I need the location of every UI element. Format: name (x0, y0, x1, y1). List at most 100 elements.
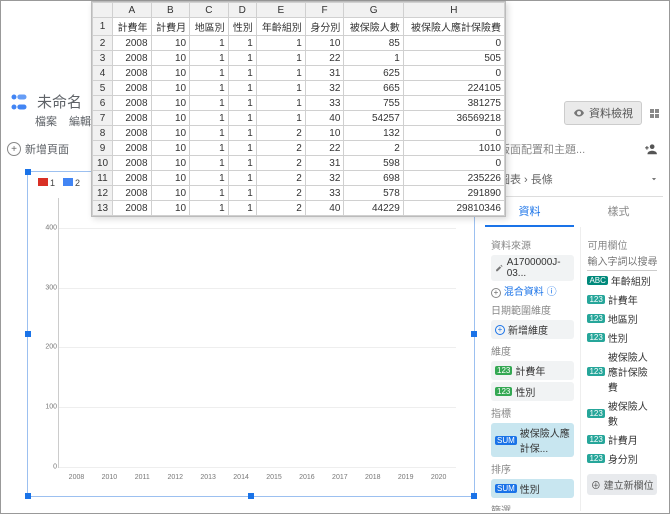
corner-cell (93, 3, 113, 18)
row-number: 3 (93, 51, 113, 66)
data-cell: 224105 (403, 81, 504, 96)
resize-handle[interactable] (248, 493, 254, 499)
data-studio-logo (9, 92, 29, 112)
x-axis-label: 2010 (96, 474, 123, 481)
header-cell: 地區別 (190, 18, 229, 36)
sort-chip[interactable]: SUM性別 (491, 479, 574, 498)
data-cell: 2 (256, 171, 305, 186)
chart-container[interactable]: 1 2 0100200300400 2008201020112012201320… (27, 171, 475, 497)
x-axis-label: 2015 (261, 474, 288, 481)
apps-icon[interactable] (650, 109, 659, 118)
row-number: 8 (93, 126, 113, 141)
data-cell: 1 (256, 111, 305, 126)
data-source-chip[interactable]: A1700000J-03... (491, 255, 574, 281)
chevron-down-icon[interactable] (649, 174, 659, 184)
available-field[interactable]: 123被保險人數 (587, 396, 657, 430)
data-cell: 2008 (113, 186, 152, 201)
section-label: 指標 (491, 405, 574, 420)
available-field[interactable]: 123計費年 (587, 290, 657, 309)
header-cell: 被保險人應計保險費 (403, 18, 504, 36)
row-number: 12 (93, 186, 113, 201)
y-axis-tick: 200 (45, 344, 57, 351)
data-cell: 2008 (113, 171, 152, 186)
data-cell: 10 (151, 66, 190, 81)
row-number: 5 (93, 81, 113, 96)
data-cell: 578 (344, 186, 403, 201)
add-page-button[interactable]: + 新增頁面 (7, 141, 69, 157)
data-cell: 598 (344, 156, 403, 171)
x-axis-label: 2014 (228, 474, 255, 481)
dimension-chip[interactable]: 123計費年 (491, 361, 574, 380)
data-cell: 10 (151, 96, 190, 111)
data-cell: 1 (190, 126, 229, 141)
menu-edit[interactable]: 編輯 (69, 113, 91, 129)
dimension-chip[interactable]: 123性別 (491, 382, 574, 401)
header-cell: 被保險人數 (344, 18, 403, 36)
data-cell: 1 (190, 66, 229, 81)
chart-plot: 0100200300400 20082010201120122013201420… (58, 198, 456, 468)
data-cell: 625 (344, 66, 403, 81)
data-cell: 1 (190, 81, 229, 96)
data-cell: 1 (344, 51, 403, 66)
placement-label[interactable]: 版面配置和主題... (499, 141, 637, 157)
data-cell: 381275 (403, 96, 504, 111)
y-axis-tick: 100 (45, 404, 57, 411)
data-cell: 2008 (113, 51, 152, 66)
resize-handle[interactable] (25, 169, 31, 175)
data-view-button[interactable]: 資料檢視 (564, 101, 642, 125)
data-cell: 22 (305, 141, 344, 156)
available-field[interactable]: 123地區別 (587, 309, 657, 328)
data-cell: 1 (228, 186, 256, 201)
row-number: 6 (93, 96, 113, 111)
data-cell: 1 (228, 51, 256, 66)
create-field-button[interactable]: ⊕ 建立新欄位 (587, 474, 657, 495)
data-cell: 1 (190, 141, 229, 156)
data-cell: 10 (305, 36, 344, 51)
menu-file[interactable]: 檔案 (35, 113, 57, 129)
available-field[interactable]: 123計費月 (587, 430, 657, 449)
data-cell: 0 (403, 126, 504, 141)
data-cell: 1 (190, 201, 229, 216)
data-cell: 2008 (113, 111, 152, 126)
resize-handle[interactable] (471, 331, 477, 337)
data-cell: 291890 (403, 186, 504, 201)
data-cell: 10 (151, 201, 190, 216)
tab-style[interactable]: 樣式 (574, 197, 663, 227)
add-dimension-button[interactable]: + 新增維度 (491, 320, 574, 339)
data-cell: 2 (344, 141, 403, 156)
data-cell: 505 (403, 51, 504, 66)
header-cell: 計費月 (151, 18, 190, 36)
col-header: F (305, 3, 344, 18)
section-label: 資料來源 (491, 237, 574, 252)
data-cell: 31 (305, 156, 344, 171)
resize-handle[interactable] (25, 331, 31, 337)
available-field[interactable]: 123身分別 (587, 449, 657, 468)
metric-chip[interactable]: SUM被保險人應計保... (491, 423, 574, 457)
available-field[interactable]: ABC年齡組別 (587, 271, 657, 290)
field-search-input[interactable] (587, 255, 657, 271)
data-cell: 1 (228, 141, 256, 156)
data-cell: 1 (228, 171, 256, 186)
data-cell: 1 (256, 81, 305, 96)
data-cell: 10 (151, 186, 190, 201)
resize-handle[interactable] (471, 493, 477, 499)
data-cell: 2008 (113, 66, 152, 81)
data-cell: 132 (344, 126, 403, 141)
row-number: 9 (93, 141, 113, 156)
blend-data-link[interactable]: + 混合資料 ⓘ (491, 283, 574, 298)
data-cell: 2 (256, 141, 305, 156)
resize-handle[interactable] (25, 493, 31, 499)
row-number: 2 (93, 36, 113, 51)
available-field[interactable]: 123性別 (587, 328, 657, 347)
available-field[interactable]: 123被保險人應計保險費 (587, 347, 657, 396)
y-axis-tick: 0 (53, 464, 57, 471)
breadcrumb[interactable]: 圖表 › 長條 (499, 171, 553, 187)
doc-title[interactable]: 未命名 (37, 91, 82, 112)
add-user-icon[interactable] (643, 142, 659, 156)
data-cell: 10 (151, 156, 190, 171)
col-header: H (403, 3, 504, 18)
data-cell: 1 (256, 96, 305, 111)
data-cell: 40 (305, 201, 344, 216)
data-cell: 1 (190, 36, 229, 51)
row-number: 4 (93, 66, 113, 81)
